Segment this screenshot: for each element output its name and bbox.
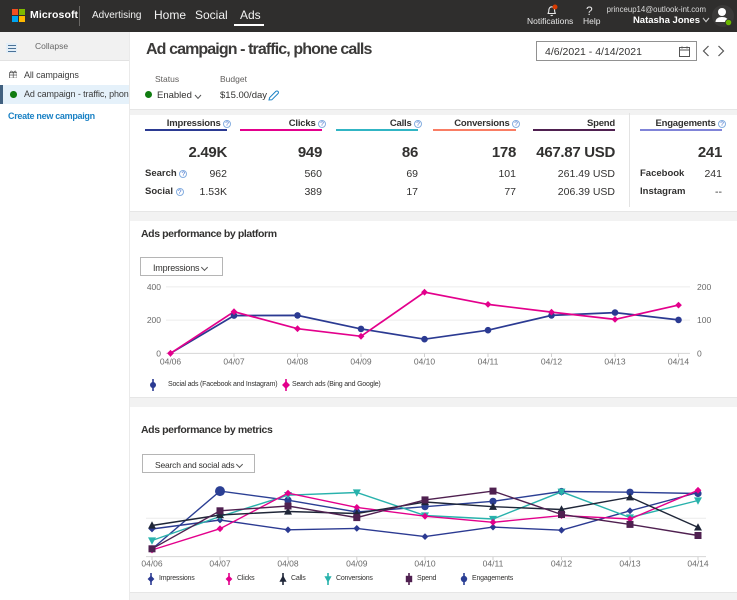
svg-text:04/10: 04/10 — [414, 357, 436, 367]
svg-text:04/09: 04/09 — [346, 559, 368, 569]
svg-text:04/06: 04/06 — [141, 559, 163, 569]
svg-text:0: 0 — [697, 348, 702, 358]
svg-text:04/11: 04/11 — [478, 357, 499, 367]
svg-text:04/14: 04/14 — [687, 559, 709, 569]
svg-text:04/13: 04/13 — [619, 559, 641, 569]
svg-text:04/11: 04/11 — [483, 559, 504, 569]
svg-text:04/08: 04/08 — [287, 357, 309, 367]
svg-text:100: 100 — [697, 315, 711, 325]
svg-text:200: 200 — [697, 282, 711, 292]
svg-text:04/12: 04/12 — [541, 357, 563, 367]
svg-text:400: 400 — [147, 282, 161, 292]
svg-text:200: 200 — [147, 315, 161, 325]
svg-text:04/08: 04/08 — [277, 559, 299, 569]
svg-text:04/07: 04/07 — [209, 559, 231, 569]
svg-text:04/06: 04/06 — [160, 357, 182, 367]
svg-text:04/09: 04/09 — [350, 357, 372, 367]
svg-text:04/14: 04/14 — [668, 357, 690, 367]
svg-text:04/07: 04/07 — [223, 357, 245, 367]
svg-text:04/10: 04/10 — [414, 559, 436, 569]
svg-text:04/13: 04/13 — [604, 357, 626, 367]
svg-text:04/12: 04/12 — [551, 559, 573, 569]
